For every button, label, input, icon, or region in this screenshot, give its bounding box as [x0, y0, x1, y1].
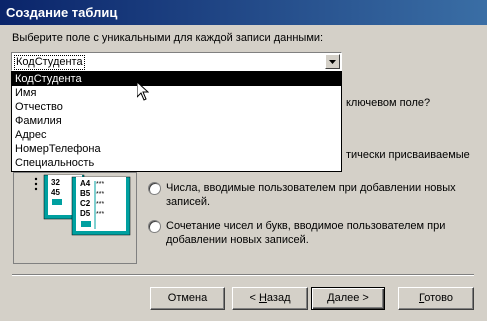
- illustration-mark: ***: [96, 191, 104, 198]
- illustration-code: B5: [80, 189, 91, 198]
- table-illustration: 32 45 A4 B5 C2 D5 *** *** *** ***: [13, 172, 137, 264]
- back-rest: азад: [266, 292, 291, 304]
- cancel-button[interactable]: Отмена: [150, 287, 225, 310]
- radio-button[interactable]: [148, 220, 161, 233]
- hidden-question-fragment: ключевом поле?: [346, 97, 431, 109]
- dropdown-item[interactable]: Адрес: [12, 128, 341, 142]
- next-hotkey: Д: [327, 292, 335, 304]
- back-prefix: <: [249, 292, 259, 304]
- illustration-row-value: 45: [51, 188, 60, 197]
- table-wizard-dialog: Создание таблиц Выберите поле с уникальн…: [0, 0, 487, 321]
- option-label: Сочетание чисел и букв, вводимое пользов…: [166, 220, 446, 246]
- stacked-tables-illustration: 32 45 A4 B5 C2 D5 *** *** *** ***: [34, 174, 131, 236]
- illustration-row-value: 32: [51, 178, 60, 187]
- dropdown-item[interactable]: Отчество: [12, 100, 341, 114]
- window-title: Создание таблиц: [6, 5, 118, 20]
- hidden-option-fragment: тически присваиваемые: [346, 149, 470, 161]
- back-button[interactable]: < Назад: [232, 287, 308, 310]
- mouse-cursor-icon: [137, 82, 149, 101]
- illustration-code: D5: [80, 209, 91, 218]
- title-bar: Создание таблиц: [0, 0, 487, 25]
- illustration-mark: ***: [96, 181, 104, 188]
- back-hotkey: Н: [258, 292, 267, 304]
- option-user-numbers[interactable]: Числа, вводимые пользователем при добавл…: [148, 181, 456, 209]
- dropdown-item[interactable]: КодСтудента: [12, 72, 341, 86]
- illustration-code: A4: [80, 179, 91, 188]
- next-rest: алее >: [334, 292, 369, 304]
- combo-value: КодСтудента: [14, 55, 85, 70]
- next-button[interactable]: Далее >: [311, 287, 385, 310]
- chevron-down-icon: [329, 60, 336, 64]
- dropdown-item[interactable]: Имя: [12, 86, 341, 100]
- radio-button[interactable]: [148, 182, 161, 195]
- finish-rest: отово: [424, 292, 453, 304]
- finish-button[interactable]: Готово: [398, 287, 474, 310]
- dropdown-item[interactable]: Фамилия: [12, 114, 341, 128]
- illustration-code: C2: [80, 199, 91, 208]
- key-field-combobox[interactable]: КодСтудента: [11, 52, 342, 71]
- divider: [12, 274, 474, 276]
- combo-dropdown-button[interactable]: [325, 54, 340, 69]
- option-user-alphanumeric[interactable]: Сочетание чисел и букв, вводимое пользов…: [148, 219, 456, 247]
- field-prompt: Выберите поле с уникальными для каждой з…: [12, 32, 324, 44]
- illustration-mark: ***: [96, 211, 104, 218]
- field-dropdown-list[interactable]: КодСтудента Имя Отчество Фамилия Адрес Н…: [11, 71, 342, 172]
- dropdown-item[interactable]: Специальность: [12, 156, 341, 170]
- illustration-mark: ***: [96, 201, 104, 208]
- dropdown-item[interactable]: НомерТелефона: [12, 142, 341, 156]
- option-label: Числа, вводимые пользователем при добавл…: [166, 182, 456, 208]
